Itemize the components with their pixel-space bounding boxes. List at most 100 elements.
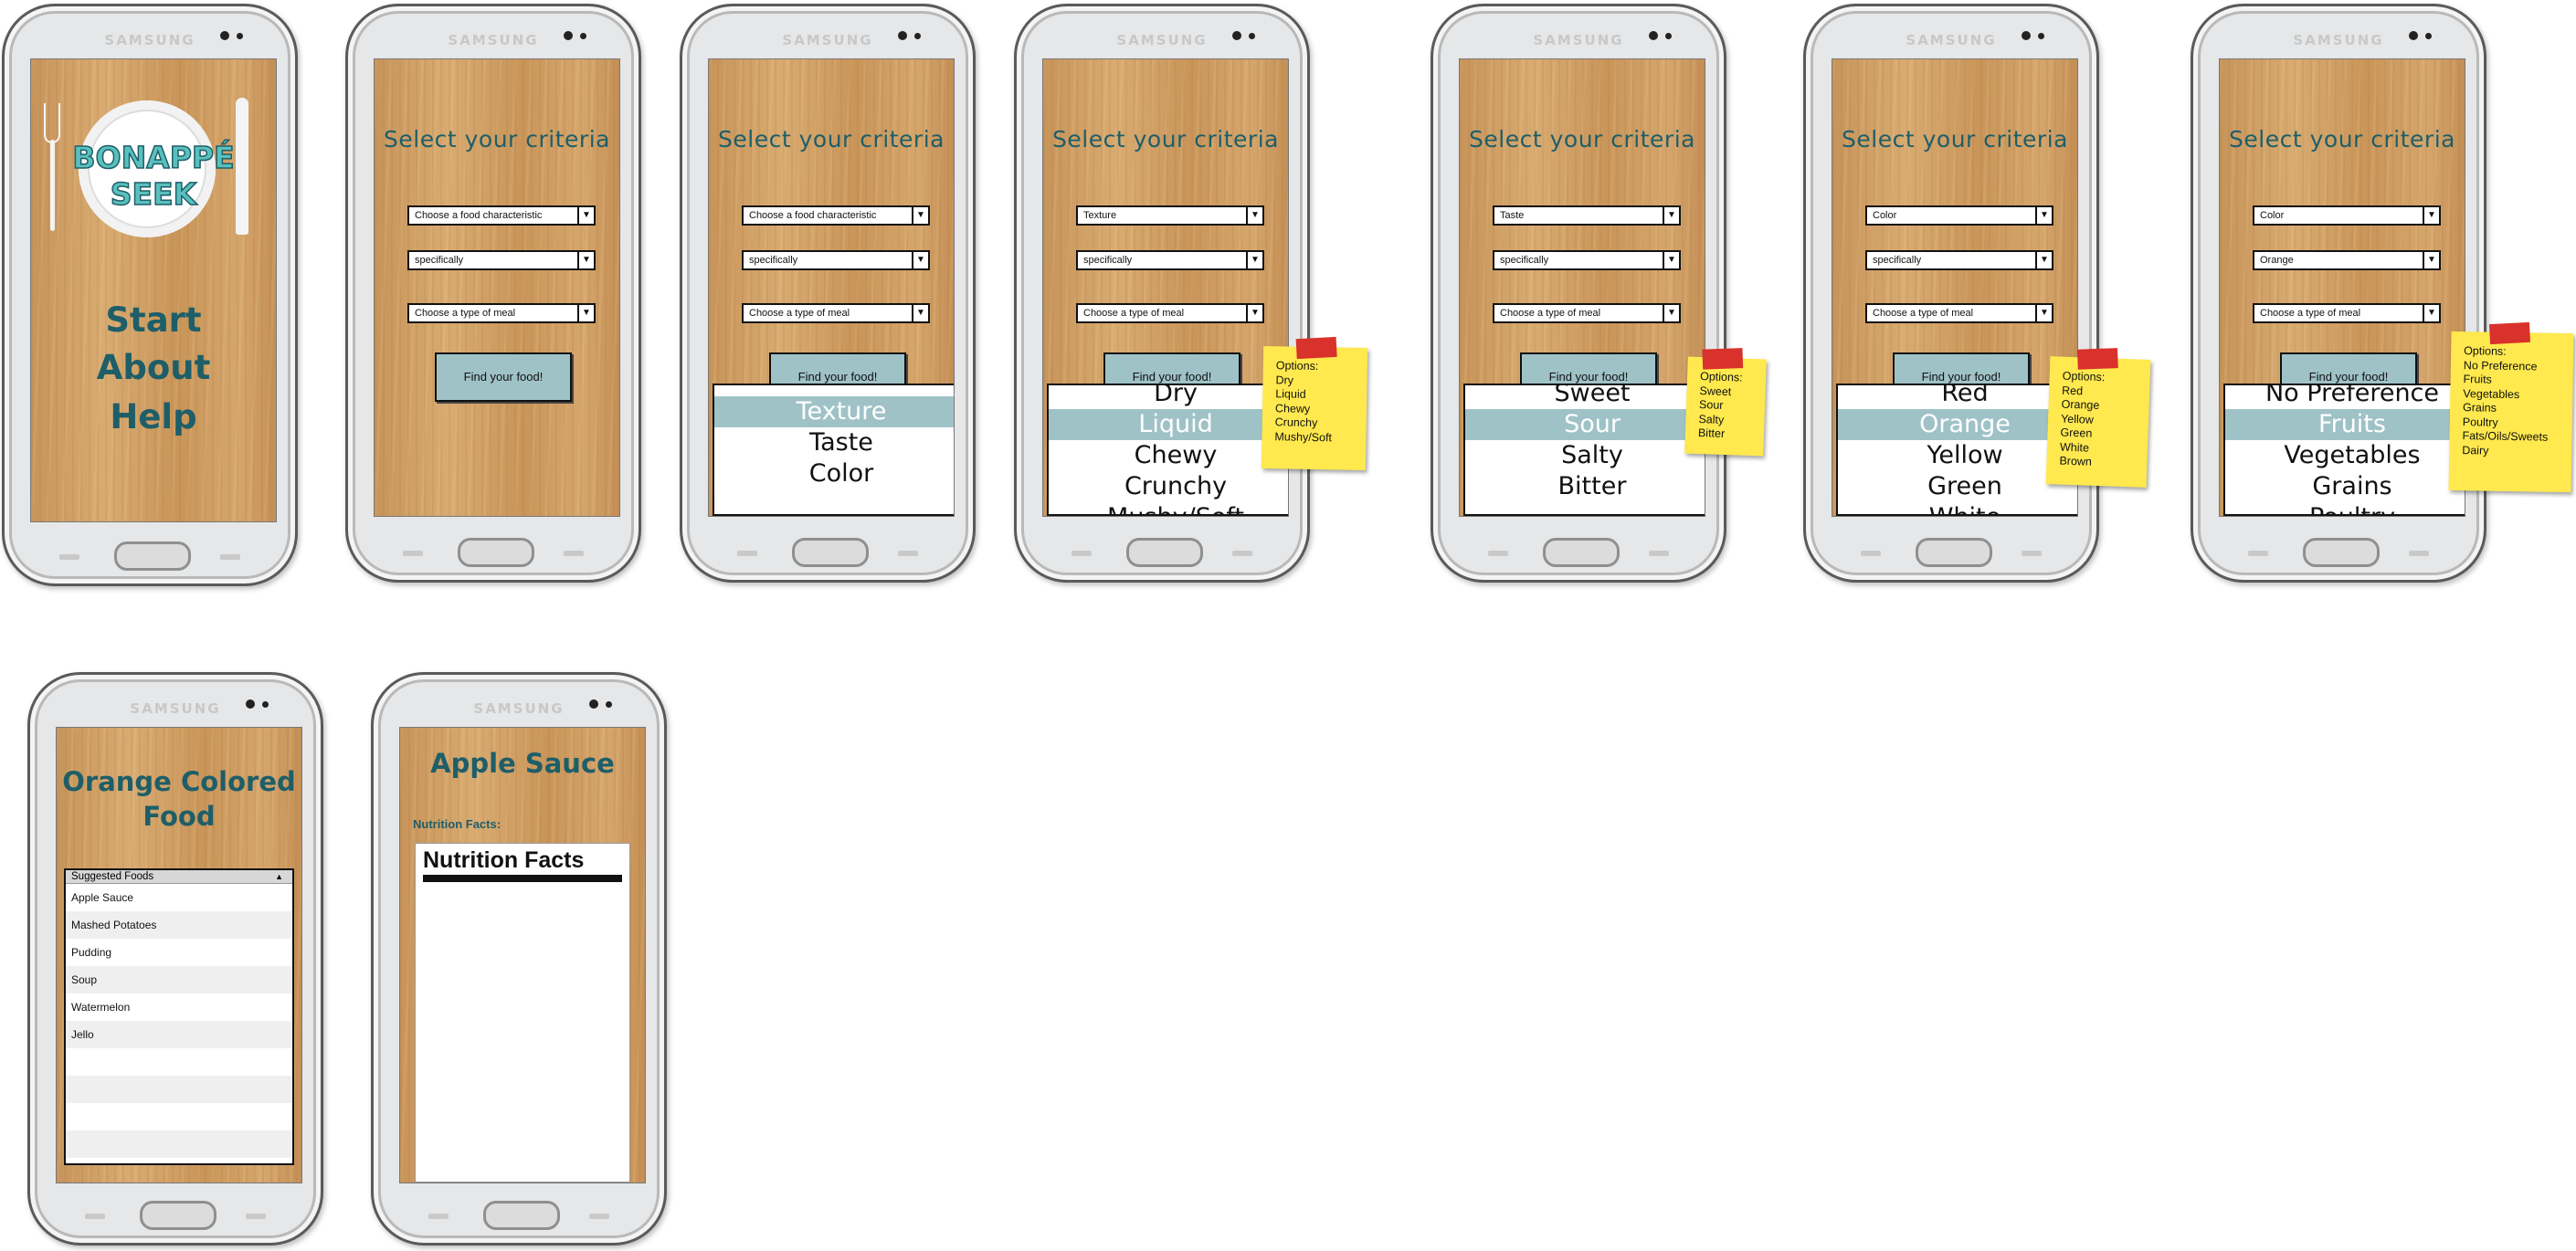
meal-type-dropdown[interactable]: Choose a type of meal ▼ xyxy=(1493,303,1681,323)
chevron-down-icon[interactable]: ▼ xyxy=(912,305,928,321)
meal-type-dropdown[interactable]: Choose a type of meal ▼ xyxy=(407,303,596,323)
chevron-down-icon[interactable]: ▼ xyxy=(912,207,928,224)
picker-wheel[interactable]: Red Orange Yellow Green White xyxy=(1836,384,2077,516)
chevron-down-icon[interactable]: ▼ xyxy=(2423,305,2439,321)
picker-option[interactable]: Dry xyxy=(1049,385,1288,409)
menu-key[interactable] xyxy=(1861,551,1881,556)
back-key[interactable] xyxy=(246,1214,266,1219)
meal-type-dropdown[interactable]: Choose a type of meal ▼ xyxy=(2253,303,2441,323)
chevron-down-icon[interactable]: ▼ xyxy=(1246,252,1262,268)
back-key[interactable] xyxy=(589,1214,609,1219)
picker-option[interactable]: Yellow xyxy=(1838,440,2077,471)
picker-wheel[interactable]: Dry Liquid Chewy Crunchy Mushy/Soft xyxy=(1047,384,1288,516)
chevron-down-icon[interactable]: ▼ xyxy=(912,252,928,268)
back-key[interactable] xyxy=(564,551,584,556)
chevron-down-icon[interactable]: ▼ xyxy=(2035,252,2052,268)
meal-type-dropdown[interactable]: Choose a type of meal ▼ xyxy=(1865,303,2053,323)
characteristic-dropdown[interactable]: Color ▼ xyxy=(1865,205,2053,226)
home-button[interactable] xyxy=(2303,538,2380,567)
about-link[interactable]: About xyxy=(31,348,276,387)
specifically-dropdown[interactable]: specifically ▼ xyxy=(742,250,930,270)
picker-option-selected[interactable]: Texture xyxy=(714,396,954,427)
chevron-down-icon[interactable]: ▼ xyxy=(1246,305,1262,321)
list-item[interactable]: Pudding xyxy=(66,939,292,966)
chevron-down-icon[interactable]: ▼ xyxy=(2423,207,2439,224)
picker-option[interactable]: Mushy/Soft xyxy=(1049,502,1288,514)
chevron-down-icon[interactable]: ▼ xyxy=(1663,207,1679,224)
menu-key[interactable] xyxy=(85,1214,105,1219)
picker-option[interactable]: Vegetables xyxy=(2225,440,2465,471)
picker-wheel[interactable]: No Preference Fruits Vegetables Grains P… xyxy=(2223,384,2465,516)
characteristic-dropdown[interactable]: Taste ▼ xyxy=(1493,205,1681,226)
characteristic-dropdown[interactable]: Texture ▼ xyxy=(1076,205,1264,226)
home-button[interactable] xyxy=(458,538,534,567)
characteristic-dropdown[interactable]: Choose a food characteristic ▼ xyxy=(742,205,930,226)
picker-option[interactable]: White xyxy=(1838,502,2077,514)
back-key[interactable] xyxy=(1649,551,1669,556)
picker-option[interactable]: Poultry xyxy=(2225,502,2465,514)
back-key[interactable] xyxy=(1232,551,1252,556)
specifically-dropdown[interactable]: specifically ▼ xyxy=(1493,250,1681,270)
list-item[interactable]: Soup xyxy=(66,966,292,993)
chevron-down-icon[interactable]: ▼ xyxy=(577,305,594,321)
menu-key[interactable] xyxy=(2248,551,2268,556)
picker-option[interactable]: No Preference xyxy=(2225,385,2465,409)
picker-option[interactable]: Green xyxy=(1838,471,2077,502)
meal-type-dropdown[interactable]: Choose a type of meal ▼ xyxy=(742,303,930,323)
picker-option[interactable]: Crunchy xyxy=(1049,471,1288,502)
chevron-down-icon[interactable]: ▼ xyxy=(2423,252,2439,268)
home-button[interactable] xyxy=(483,1201,560,1230)
menu-key[interactable] xyxy=(737,551,757,556)
picker-option-selected[interactable]: Liquid xyxy=(1049,409,1288,440)
picker-option[interactable] xyxy=(714,385,954,396)
home-button[interactable] xyxy=(792,538,869,567)
list-item[interactable]: Jello xyxy=(66,1021,292,1048)
specifically-dropdown[interactable]: specifically ▼ xyxy=(1865,250,2053,270)
list-header[interactable]: Suggested Foods ▲ xyxy=(66,870,292,884)
picker-option[interactable]: Bitter xyxy=(1465,471,1705,502)
picker-option-selected[interactable]: Fruits xyxy=(2225,409,2465,440)
start-link[interactable]: Start xyxy=(31,300,276,340)
menu-key[interactable] xyxy=(1488,551,1508,556)
picker-option-selected[interactable]: Sour xyxy=(1465,409,1705,440)
back-key[interactable] xyxy=(220,554,240,560)
home-button[interactable] xyxy=(1916,538,1992,567)
menu-key[interactable] xyxy=(59,554,79,560)
back-key[interactable] xyxy=(2022,551,2042,556)
list-item[interactable]: Mashed Potatoes xyxy=(66,911,292,939)
back-key[interactable] xyxy=(898,551,918,556)
picker-option[interactable]: Taste xyxy=(714,427,954,458)
menu-key[interactable] xyxy=(1072,551,1092,556)
specifically-dropdown[interactable]: specifically ▼ xyxy=(1076,250,1264,270)
home-button[interactable] xyxy=(1543,538,1620,567)
sort-up-icon[interactable]: ▲ xyxy=(275,870,283,883)
meal-type-dropdown[interactable]: Choose a type of meal ▼ xyxy=(1076,303,1264,323)
chevron-down-icon[interactable]: ▼ xyxy=(1663,252,1679,268)
list-item[interactable]: Watermelon xyxy=(66,993,292,1021)
chevron-down-icon[interactable]: ▼ xyxy=(577,252,594,268)
characteristic-dropdown[interactable]: Color ▼ xyxy=(2253,205,2441,226)
picker-option[interactable]: Color xyxy=(714,458,954,489)
find-food-button[interactable]: Find your food! xyxy=(435,352,572,402)
menu-key[interactable] xyxy=(403,551,423,556)
picker-wheel[interactable]: Sweet Sour Salty Bitter xyxy=(1463,384,1705,516)
picker-option-selected[interactable]: Orange xyxy=(1838,409,2077,440)
chevron-down-icon[interactable]: ▼ xyxy=(577,207,594,224)
picker-option[interactable]: Sweet xyxy=(1465,385,1705,409)
chevron-down-icon[interactable]: ▼ xyxy=(1663,305,1679,321)
specifically-dropdown[interactable]: specifically ▼ xyxy=(407,250,596,270)
home-button[interactable] xyxy=(114,541,191,571)
characteristic-dropdown[interactable]: Choose a food characteristic ▼ xyxy=(407,205,596,226)
list-item[interactable]: Apple Sauce xyxy=(66,884,292,911)
chevron-down-icon[interactable]: ▼ xyxy=(2035,207,2052,224)
picker-option[interactable]: Grains xyxy=(2225,471,2465,502)
chevron-down-icon[interactable]: ▼ xyxy=(2035,305,2052,321)
specifically-dropdown[interactable]: Orange ▼ xyxy=(2253,250,2441,270)
back-key[interactable] xyxy=(2409,551,2429,556)
chevron-down-icon[interactable]: ▼ xyxy=(1246,207,1262,224)
picker-option[interactable]: Red xyxy=(1838,385,2077,409)
home-button[interactable] xyxy=(1126,538,1203,567)
help-link[interactable]: Help xyxy=(31,397,276,436)
picker-wheel[interactable]: Texture Taste Color xyxy=(713,384,954,516)
menu-key[interactable] xyxy=(428,1214,449,1219)
